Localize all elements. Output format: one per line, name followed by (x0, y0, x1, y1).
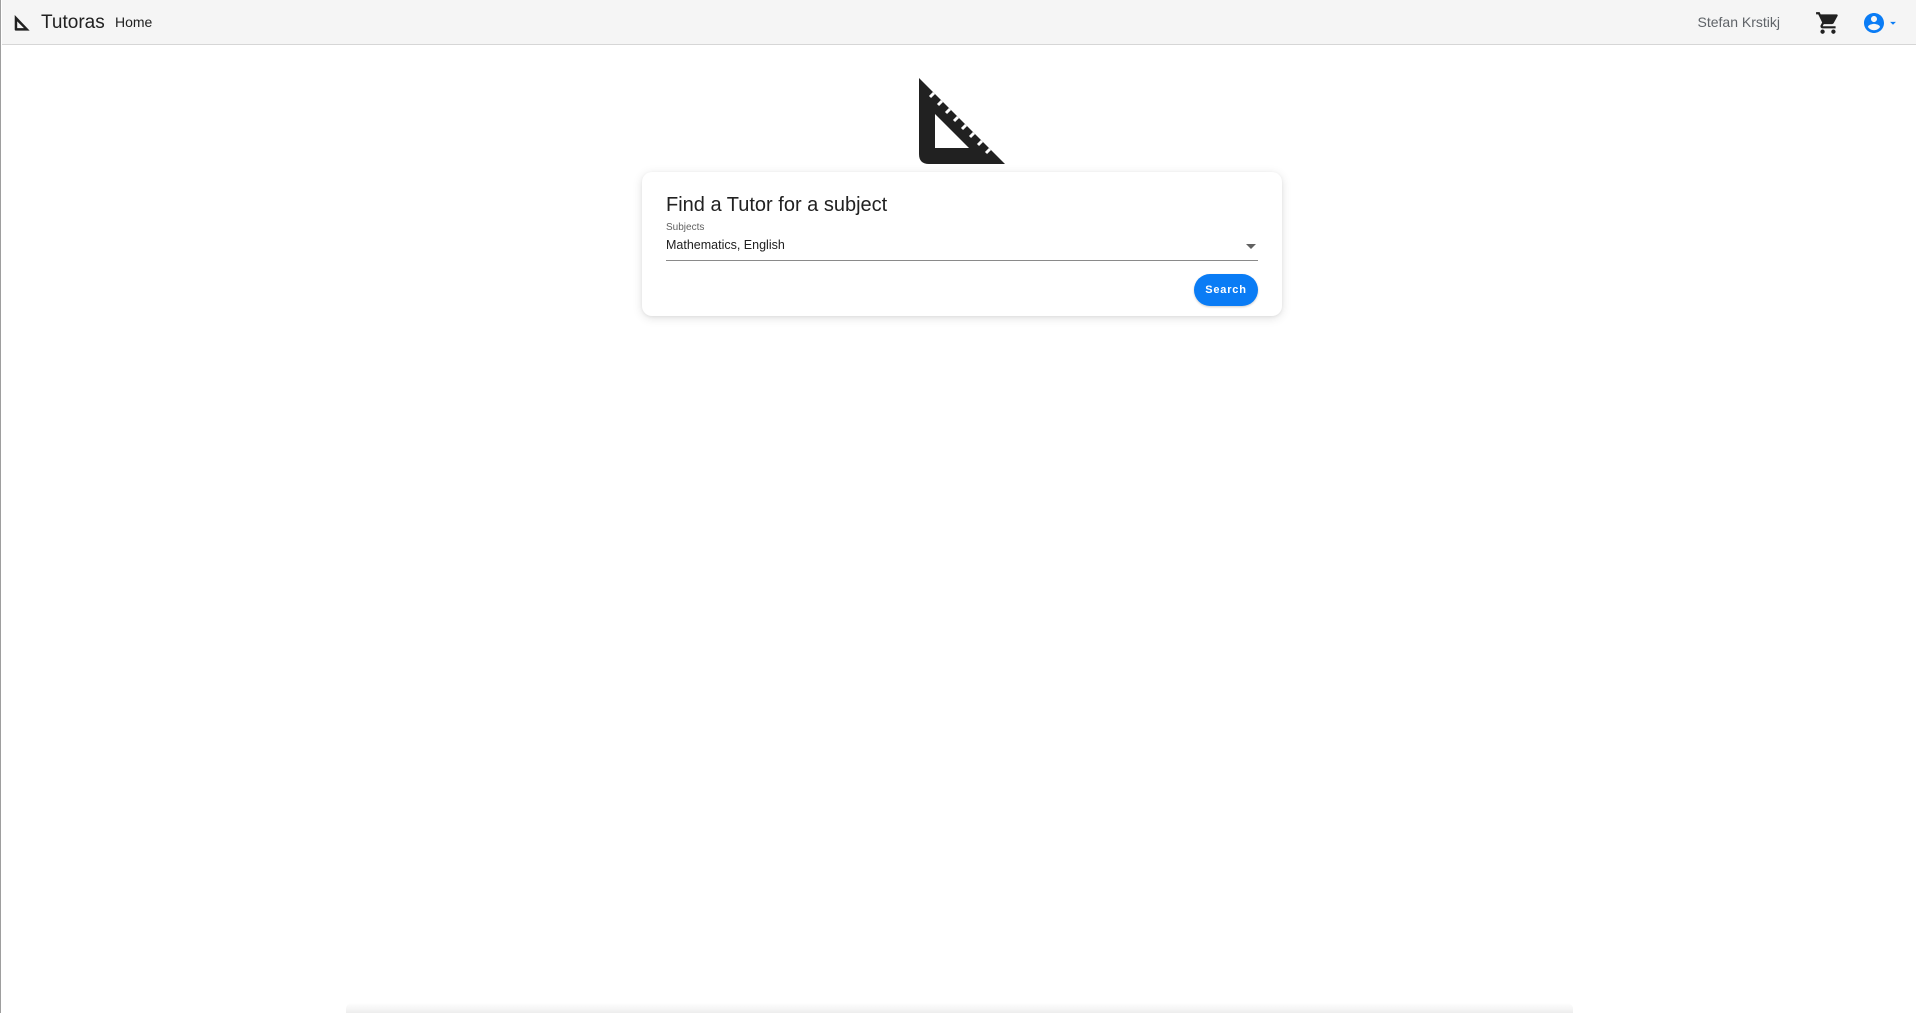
caret-down-icon (1890, 21, 1896, 25)
app-window: Tutoras Home Stefan Krstikj Find a Tutor… (0, 0, 1916, 1013)
nav-link-home[interactable]: Home (115, 0, 152, 45)
user-name: Stefan Krstikj (1697, 14, 1780, 30)
set-square-icon (919, 78, 1005, 164)
cart-icon[interactable] (1815, 10, 1841, 36)
search-button[interactable]: Search (1194, 274, 1258, 306)
top-navbar: Tutoras Home Stefan Krstikj (2, 0, 1916, 45)
account-circle-icon (1864, 13, 1884, 33)
brand-link[interactable]: Tutoras (14, 0, 105, 45)
brand-name: Tutoras (41, 11, 105, 33)
dropdown-arrow-icon (1246, 244, 1256, 249)
set-square-icon (14, 14, 30, 31)
subjects-label: Subjects (666, 222, 705, 233)
subjects-value: Mathematics, English (666, 238, 785, 252)
subjects-select[interactable]: Mathematics, English (666, 234, 1258, 261)
find-tutor-card: Find a Tutor for a subject Subjects Math… (642, 172, 1282, 316)
card-title: Find a Tutor for a subject (666, 194, 888, 216)
footer-shadow (346, 1003, 1573, 1013)
account-menu-button[interactable] (1862, 11, 1900, 35)
